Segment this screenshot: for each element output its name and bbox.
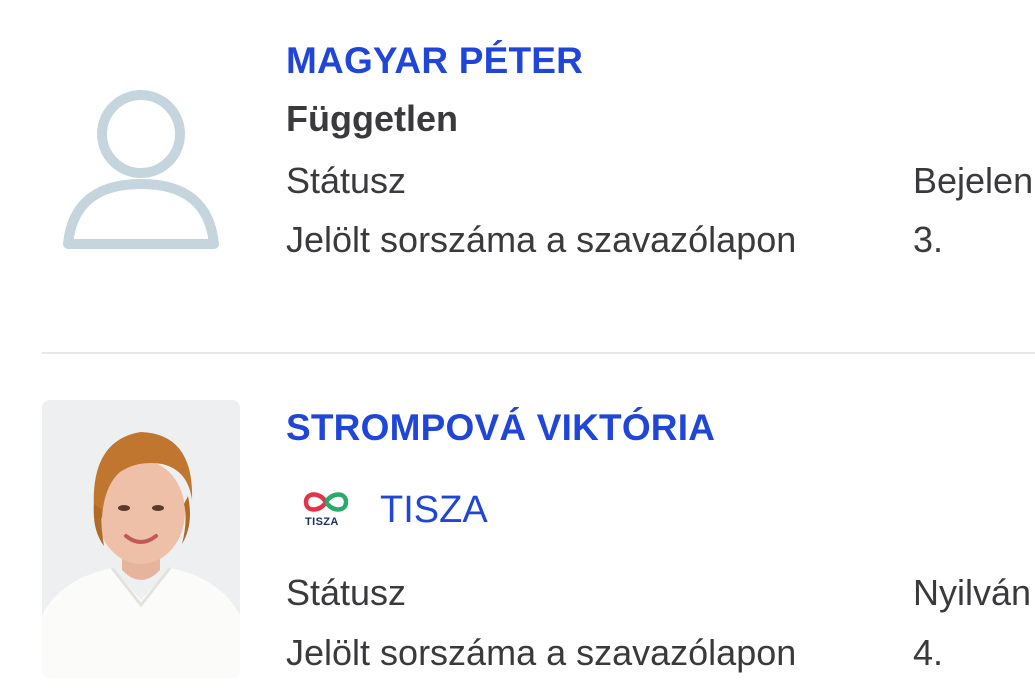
candidate-list: MAGYAR PÉTER Független Státusz Bejelen J… <box>0 0 1035 690</box>
ballot-number-value: 3. <box>913 219 944 260</box>
infinity-logo-icon: TISZA <box>286 482 366 538</box>
status-value: Nyilván <box>913 572 1032 613</box>
candidate-card: STROMPOVÁ VIKTÓRIA TISZA TISZA Státusz N… <box>0 354 1035 690</box>
ballot-number-value: 4. <box>913 632 944 673</box>
candidate-card: MAGYAR PÉTER Független Státusz Bejelen J… <box>0 0 1035 352</box>
party-name: TISZA <box>380 488 488 531</box>
candidate-photo <box>42 400 240 678</box>
ballot-number-label: Jelölt sorszáma a szavazólapon <box>286 219 797 260</box>
status-label: Státusz <box>286 572 407 613</box>
user-silhouette-icon <box>63 90 219 249</box>
party-logo-text: TISZA <box>305 516 339 528</box>
status-value: Bejelen <box>913 160 1034 201</box>
candidate-name-link[interactable]: STROMPOVÁ VIKTÓRIA <box>286 407 715 449</box>
candidate-name-link[interactable]: MAGYAR PÉTER <box>286 40 583 82</box>
ballot-number-label: Jelölt sorszáma a szavazólapon <box>286 632 797 673</box>
candidate-party: Független <box>286 98 458 139</box>
status-label: Státusz <box>286 160 407 201</box>
party-link[interactable]: TISZA TISZA <box>286 482 488 538</box>
